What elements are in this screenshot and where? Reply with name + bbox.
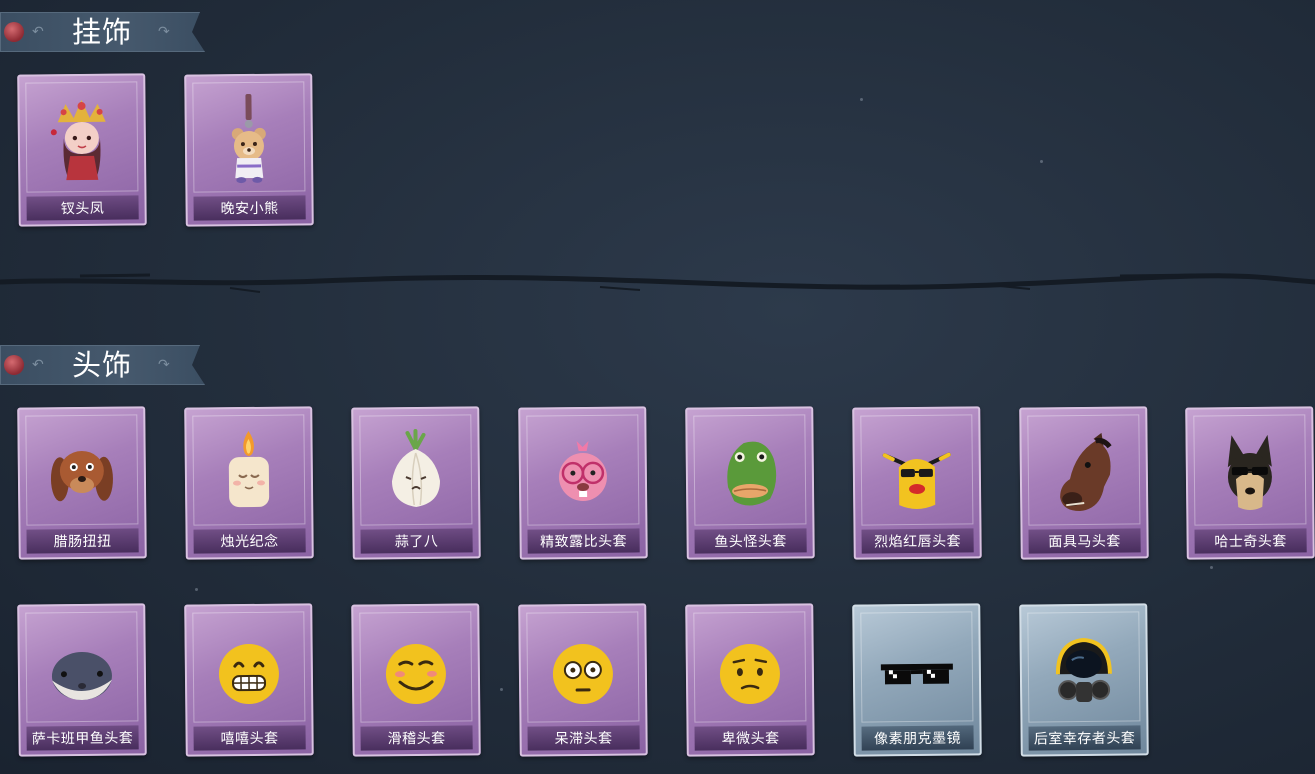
item-label: 后室幸存者头套 [1033,730,1136,748]
pin-icon [4,355,24,375]
item-card-husky[interactable]: 哈士奇头套 [1185,406,1315,560]
item-label: 卑微头套 [721,730,780,748]
fish-head-mask-icon [709,427,790,518]
card-label-bar: 哈士奇头套 [1194,528,1307,554]
pin-icon [4,22,24,42]
teddy-bear-charm-icon [208,93,289,185]
curl-right-icon: ↷ [158,24,170,40]
card-label-bar: 滑稽头套 [360,725,473,751]
background-speck [500,688,503,691]
card-label-bar: 卑微头套 [694,725,807,751]
section-header-pendants: ↶ ↷ 挂饰 [0,12,205,52]
item-card-sacabambaspis[interactable]: 萨卡班甲鱼头套 [17,603,147,757]
card-label-bar: 嘻嘻头套 [193,725,306,751]
item-label: 哈士奇头套 [1214,533,1287,551]
curl-left-icon: ↶ [32,357,44,373]
section-title: 挂饰 [72,15,133,49]
item-card-horse-mask[interactable]: 面具马头套 [1019,406,1149,560]
item-card-funny[interactable]: 滑稽头套 [351,603,481,757]
smirk-emoji-head-icon [375,624,456,715]
item-label: 精致露比头套 [540,533,628,551]
card-label-bar: 呆滞头套 [527,725,640,751]
sacabambaspis-fish-head-icon [41,624,122,715]
pixel-sunglasses-icon [876,624,957,715]
item-card-backrooms-survivor[interactable]: 后室幸存者头套 [1019,603,1149,757]
item-card-garlic[interactable]: 蒜了八 [351,406,481,560]
horse-head-mask-icon [1043,427,1124,518]
item-label: 萨卡班甲鱼头套 [31,730,134,748]
item-card-good-night-bear[interactable]: 晚安小熊 [184,73,314,227]
curl-right-icon: ↷ [158,357,170,373]
card-label-bar: 烈焰红唇头套 [861,528,974,554]
phoenix-crown-doll-icon [41,94,122,185]
item-label: 钗头凤 [60,200,105,218]
item-label: 面具马头套 [1048,533,1121,551]
pink-beaver-glasses-head-icon [542,427,623,518]
item-label: 像素朋克墨镜 [874,730,962,748]
item-label: 鱼头怪头套 [714,533,787,551]
item-card-fish-head[interactable]: 鱼头怪头套 [685,406,815,560]
card-label-bar: 像素朋克墨镜 [861,725,974,751]
item-label: 烛光纪念 [220,533,279,551]
background-speck [860,98,863,101]
item-label: 晚安小熊 [220,200,279,218]
background-speck [195,588,198,591]
item-label: 呆滞头套 [554,730,613,748]
item-label: 嘻嘻头套 [220,730,279,748]
section-divider [0,273,1315,293]
background-speck [1040,160,1043,163]
gas-mask-helmet-icon [1043,624,1124,715]
pleading-emoji-head-icon [709,624,790,715]
item-label: 蒜了八 [394,533,439,551]
card-label-bar: 晚安小熊 [193,195,306,221]
card-label-bar: 精致露比头套 [527,528,640,554]
card-label-bar: 后室幸存者头套 [1028,725,1141,751]
grinning-emoji-head-icon [208,624,289,715]
item-card-pixel-sunglasses[interactable]: 像素朋克墨镜 [852,603,982,757]
card-label-bar: 萨卡班甲鱼头套 [26,725,139,751]
item-label: 烈焰红唇头套 [874,533,962,551]
husky-sunglasses-head-icon [1209,427,1290,518]
item-card-dazed[interactable]: 呆滞头套 [518,603,648,757]
card-label-bar: 面具马头套 [1028,528,1141,554]
yellow-red-lips-sunglasses-head-icon [876,427,957,518]
card-label-bar: 烛光纪念 [193,528,306,554]
item-card-humble[interactable]: 卑微头套 [685,603,815,757]
card-label-bar: 钗头凤 [26,195,139,221]
card-label-bar: 蒜了八 [360,528,473,554]
item-card-candle[interactable]: 烛光纪念 [184,406,314,560]
card-label-bar: 腊肠扭扭 [26,528,139,554]
background-speck [1210,566,1213,569]
dachshund-dog-head-icon [41,427,122,518]
item-card-chaitoufeng[interactable]: 钗头凤 [17,73,147,227]
card-label-bar: 鱼头怪头套 [694,528,807,554]
item-card-dachshund[interactable]: 腊肠扭扭 [17,406,147,560]
garlic-head-icon [375,427,456,518]
candle-head-icon [208,427,289,518]
section-title: 头饰 [72,348,133,382]
section-header-headwear: ↶ ↷ 头饰 [0,345,205,385]
item-card-red-lips[interactable]: 烈焰红唇头套 [852,406,982,560]
item-card-grinning[interactable]: 嘻嘻头套 [184,603,314,757]
item-card-loopy[interactable]: 精致露比头套 [518,406,648,560]
dazed-emoji-head-icon [542,624,623,715]
item-label: 滑稽头套 [387,730,446,748]
item-label: 腊肠扭扭 [53,533,112,551]
curl-left-icon: ↶ [32,24,44,40]
